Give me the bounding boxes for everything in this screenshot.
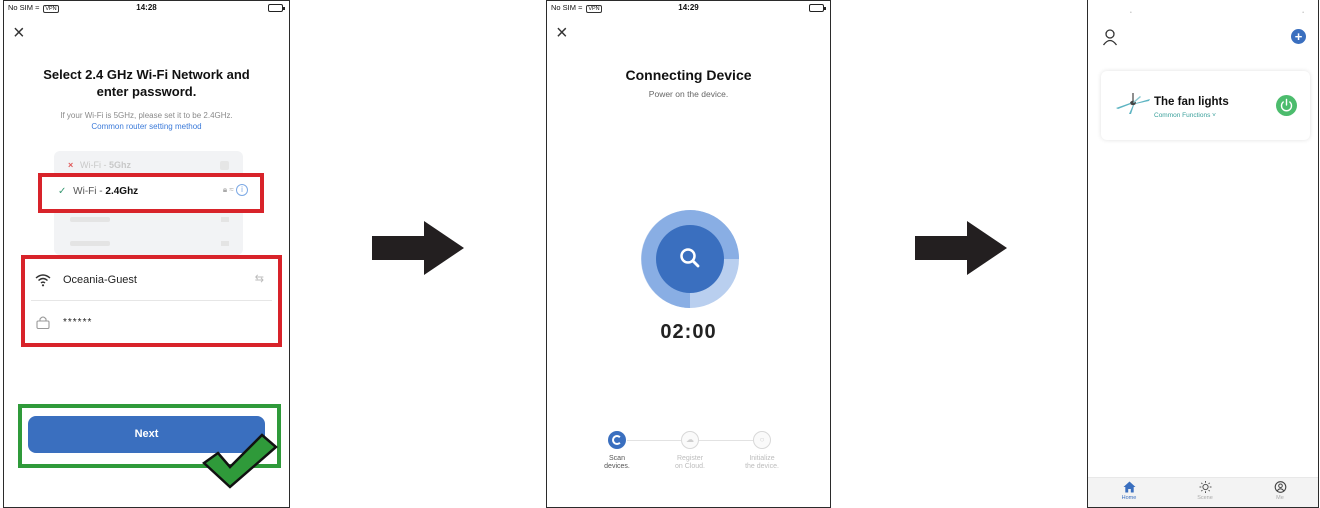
status-right-faint: • — [1302, 10, 1304, 16]
vpn-badge: VPN — [43, 5, 59, 13]
arrow-right-icon — [915, 221, 1007, 275]
step-connector — [627, 440, 681, 441]
add-device-button[interactable]: + — [1291, 29, 1306, 44]
title-line-1: Select 2.4 GHz Wi-Fi Network and — [43, 67, 250, 82]
power-button[interactable] — [1276, 95, 1297, 116]
wifi-icon: ≈ — [35, 3, 40, 12]
sun-icon — [1199, 481, 1211, 493]
countdown-timer: 02:00 — [660, 321, 717, 343]
ssid-field[interactable]: Oceania-Guest ⇆ — [31, 261, 272, 301]
step-label-line: Register — [676, 455, 704, 462]
tab-home-label: Home — [1121, 495, 1137, 501]
wifi-icon — [35, 274, 51, 287]
step-label-line: devices. — [604, 463, 630, 470]
wifi-signal-icon: ≈ — [229, 185, 234, 195]
status-bar: No SIM ≈ VPN 14:29 — [547, 1, 830, 15]
home-icon — [1123, 481, 1135, 493]
network-item-5ghz[interactable]: × Wi-Fi - 5Ghz — [54, 155, 243, 175]
ssid-value: Oceania-Guest — [63, 274, 137, 286]
tab-scene[interactable]: Scene — [1185, 481, 1225, 501]
battery-icon — [268, 4, 285, 12]
network-label-24ghz: ✓ Wi-Fi - 2.4Ghz — [58, 186, 138, 197]
status-left: No SIM ≈ VPN — [551, 3, 602, 13]
status-bar: No SIM ≈ VPN 14:28 — [4, 1, 289, 15]
lock-icon — [36, 316, 50, 329]
step-scan-icon — [608, 431, 626, 449]
step-label-line: the device. — [745, 463, 779, 470]
ceiling-fan-icon — [1116, 93, 1150, 114]
password-field[interactable]: ****** — [31, 303, 272, 343]
step-label-line: Scan — [609, 455, 625, 462]
status-left: No SIM ≈ VPN — [8, 3, 59, 13]
step-init-icon: ○ — [753, 431, 771, 449]
wifi-credentials-form: Oceania-Guest ⇆ ****** — [21, 255, 282, 347]
step-label-line: Initialize — [749, 455, 775, 462]
tab-me[interactable]: Me — [1260, 481, 1300, 501]
page-title: Connecting Device — [625, 67, 752, 83]
tab-scene-label: Scene — [1197, 495, 1213, 501]
power-icon — [1280, 98, 1293, 112]
close-icon[interactable]: × — [13, 23, 25, 43]
status-time: 14:28 — [136, 3, 157, 12]
bottom-tab-bar: Home Scene Me — [1088, 477, 1318, 507]
network-24-band: 2.4Ghz — [105, 186, 139, 197]
check-icon: ✓ — [58, 186, 67, 197]
network-label-5ghz: Wi-Fi - 5Ghz — [80, 160, 131, 170]
status-time: 14:29 — [678, 3, 699, 12]
switch-network-icon[interactable]: ⇆ — [255, 272, 264, 285]
info-icon — [220, 161, 229, 170]
placeholder-network — [70, 217, 110, 222]
person-icon[interactable] — [1102, 28, 1118, 46]
placeholder-network — [70, 241, 110, 246]
placeholder-icon — [221, 241, 229, 246]
step-label-initialize: Initialize the device. — [732, 455, 792, 471]
status-left-faint: • — [1130, 10, 1132, 16]
network-5g-prefix: Wi-Fi - — [80, 160, 109, 170]
network-item-24ghz[interactable]: ✓ Wi-Fi - 2.4Ghz 🔒︎ ≈ i — [38, 173, 264, 213]
common-functions-toggle[interactable]: Common Functions ˅ — [1154, 112, 1216, 119]
network-5g-band: 5Ghz — [109, 160, 132, 170]
device-card[interactable]: The fan lights Common Functions ˅ — [1101, 71, 1310, 140]
step-connector — [699, 440, 753, 441]
tab-me-label: Me — [1276, 495, 1284, 501]
step-label-register: Register on Cloud. — [660, 455, 720, 471]
info-icon[interactable]: i — [236, 184, 248, 196]
device-name: The fan lights — [1154, 96, 1229, 108]
step-label-scan: Scan devices. — [587, 455, 647, 471]
phone-screen-home: • • + The fan lights Common Functions ˅ — [1087, 0, 1319, 508]
profile-icon — [1274, 481, 1286, 493]
scanning-icon — [641, 209, 739, 308]
checkmark-icon — [202, 433, 278, 489]
close-icon[interactable]: × — [556, 23, 568, 43]
phone-screen-wifi-setup: No SIM ≈ VPN 14:28 × Select 2.4 GHz Wi-F… — [3, 0, 290, 508]
step-cloud-icon: ☁ — [681, 431, 699, 449]
hint-text: If your Wi-Fi is 5GHz, please set it to … — [60, 111, 233, 120]
network-24-prefix: Wi-Fi - — [73, 186, 106, 197]
battery-icon — [809, 4, 826, 12]
lock-icon: 🔒︎ — [222, 185, 228, 195]
tab-home[interactable]: Home — [1109, 481, 1149, 501]
cross-icon: × — [68, 160, 74, 170]
placeholder-icon — [221, 217, 229, 222]
carrier-label: No SIM — [8, 3, 34, 12]
arrow-right-icon — [372, 221, 464, 275]
carrier-label: No SIM — [551, 3, 577, 12]
page-title: Select 2.4 GHz Wi-Fi Network and enter p… — [14, 66, 279, 100]
progress-steps: ☁ ○ Scan devices. Register on Cloud. Ini… — [547, 431, 830, 481]
vpn-badge: VPN — [586, 5, 602, 13]
step-label-line: on Cloud. — [675, 463, 705, 470]
page-subtitle: Power on the device. — [648, 89, 729, 99]
title-line-2: enter password. — [96, 84, 197, 99]
phone-screen-connecting: No SIM ≈ VPN 14:29 × Connecting Device P… — [546, 0, 831, 508]
network-24-icons: 🔒︎ ≈ i — [223, 184, 248, 196]
router-setting-link[interactable]: Common router setting method — [14, 122, 279, 131]
password-value: ****** — [63, 317, 93, 328]
wifi-icon: ≈ — [578, 3, 583, 12]
